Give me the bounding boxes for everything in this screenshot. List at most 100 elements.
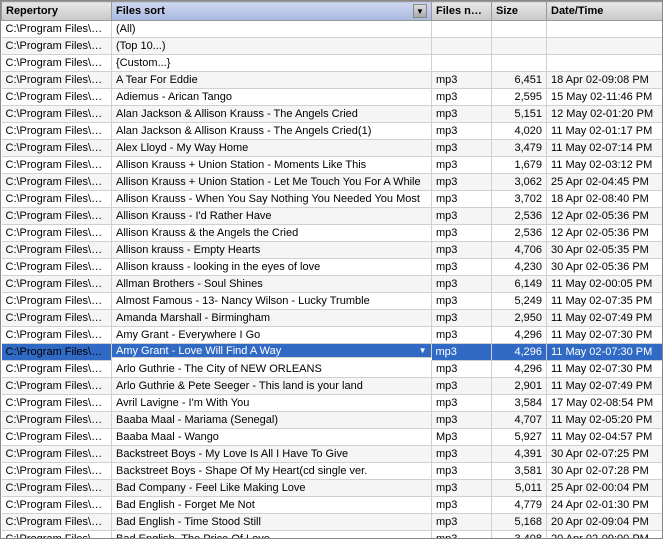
- cell-datetime: 11 May 02-07:35 PM: [547, 293, 663, 310]
- cell-repertory: C:\Program Files\KaZaA\Music\: [2, 378, 112, 395]
- cell-size: 5,151: [492, 106, 547, 123]
- cell-datetime: 24 Apr 02-01:30 PM: [547, 497, 663, 514]
- table-row[interactable]: C:\Program Files\KaZaA\Music\Arlo Guthri…: [2, 361, 663, 378]
- cell-repertory: C:\Program Files\KaZaA\Music\: [2, 106, 112, 123]
- cell-datetime: 30 Apr 02-05:35 PM: [547, 242, 663, 259]
- col-header-files-sort[interactable]: Files sort ▼: [112, 2, 432, 21]
- table-row[interactable]: C:\Program Files\KaZaA\Music\Allison kra…: [2, 259, 663, 276]
- table-row[interactable]: C:\Program Files\KaZaA\Music\Allison Kra…: [2, 191, 663, 208]
- table-row[interactable]: C:\Program Files\KaZaA\Music\Allison Kra…: [2, 157, 663, 174]
- col-header-files-name[interactable]: Files name: [432, 2, 492, 21]
- table-row[interactable]: C:\Program Files\KaZaA\Music\A Tear For …: [2, 72, 663, 89]
- table-row[interactable]: C:\Program Files\KaZaA\Music\{Custom...}: [2, 55, 663, 72]
- files-sort-dropdown-btn[interactable]: ▼: [413, 4, 427, 18]
- table-row[interactable]: C:\Program Files\KaZaA\Music\Allison kra…: [2, 242, 663, 259]
- cell-size: 4,296: [492, 327, 547, 344]
- table-row[interactable]: C:\Program Files\KaZaA\Music\(All): [2, 21, 663, 38]
- cell-repertory: C:\Program Files\KaZaA\Music\: [2, 89, 112, 106]
- cell-repertory: C:\Program Files\KaZaA\Music\: [2, 344, 112, 361]
- cell-size: 2,536: [492, 208, 547, 225]
- cell-repertory: C:\Program Files\KaZaA\Music\: [2, 327, 112, 344]
- col-header-repertory[interactable]: Repertory: [2, 2, 112, 21]
- cell-filename: Allison Krauss & the Angels the Cried: [112, 225, 432, 242]
- table-row[interactable]: C:\Program Files\KaZaA\Music\Amy Grant -…: [2, 344, 663, 361]
- cell-extension: mp3: [432, 378, 492, 395]
- table-row[interactable]: C:\Program Files\KaZaA\Music\Backstreet …: [2, 446, 663, 463]
- table-row[interactable]: C:\Program Files\KaZaA\Music\Baaba Maal …: [2, 429, 663, 446]
- cell-size: 4,779: [492, 497, 547, 514]
- cell-size: 6,149: [492, 276, 547, 293]
- table-row[interactable]: C:\Program Files\KaZaA\Music\(Top 10...): [2, 38, 663, 55]
- cell-repertory: C:\Program Files\KaZaA\Music\: [2, 514, 112, 531]
- cell-size: 3,479: [492, 140, 547, 157]
- table-row[interactable]: C:\Program Files\KaZaA\Music\Avril Lavig…: [2, 395, 663, 412]
- cell-size: [492, 38, 547, 55]
- table-row[interactable]: C:\Program Files\KaZaA\Music\Backstreet …: [2, 463, 663, 480]
- table-row[interactable]: C:\Program Files\KaZaA\Music\Baaba Maal …: [2, 412, 663, 429]
- table-row[interactable]: C:\Program Files\KaZaA\Music\Allman Brot…: [2, 276, 663, 293]
- table-row[interactable]: C:\Program Files\KaZaA\Music\Bad English…: [2, 514, 663, 531]
- cell-datetime: 17 May 02-08:54 PM: [547, 395, 663, 412]
- table-row[interactable]: C:\Program Files\KaZaA\Music\Bad English…: [2, 531, 663, 539]
- cell-filename: Backstreet Boys - Shape Of My Heart(cd s…: [112, 463, 432, 480]
- table-row[interactable]: C:\Program Files\KaZaA\Music\Bad English…: [2, 497, 663, 514]
- cell-datetime: [547, 21, 663, 38]
- cell-filename: Allison Krauss + Union Station - Moments…: [112, 157, 432, 174]
- cell-size: 3,584: [492, 395, 547, 412]
- cell-extension: mp3: [432, 123, 492, 140]
- table-row[interactable]: C:\Program Files\KaZaA\Music\Arlo Guthri…: [2, 378, 663, 395]
- cell-datetime: 11 May 02-07:30 PM: [547, 327, 663, 344]
- row-dropdown-arrow[interactable]: ▼: [419, 344, 427, 358]
- cell-extension: mp3: [432, 140, 492, 157]
- cell-extension: mp3: [432, 259, 492, 276]
- cell-extension: [432, 38, 492, 55]
- cell-size: [492, 55, 547, 72]
- cell-filename: Allison Krauss - When You Say Nothing Yo…: [112, 191, 432, 208]
- table-row[interactable]: C:\Program Files\KaZaA\Music\Alex Lloyd …: [2, 140, 663, 157]
- cell-filename: Allman Brothers - Soul Shines: [112, 276, 432, 293]
- table-row[interactable]: C:\Program Files\KaZaA\Music\Allison Kra…: [2, 225, 663, 242]
- col-header-datetime[interactable]: Date/Time: [547, 2, 663, 21]
- col-header-datetime-label: Date/Time: [551, 5, 603, 17]
- cell-extension: mp3: [432, 293, 492, 310]
- table-row[interactable]: C:\Program Files\KaZaA\Music\Bad Company…: [2, 480, 663, 497]
- cell-size: 6,451: [492, 72, 547, 89]
- main-table-container: Repertory Files sort ▼ Files name Size D…: [0, 0, 663, 539]
- table-row[interactable]: C:\Program Files\KaZaA\Music\Allison Kra…: [2, 174, 663, 191]
- cell-size: 5,249: [492, 293, 547, 310]
- cell-filename: Baaba Maal - Mariama (Senegal): [112, 412, 432, 429]
- cell-size: 3,702: [492, 191, 547, 208]
- cell-datetime: 11 May 02-04:57 PM: [547, 429, 663, 446]
- table-row[interactable]: C:\Program Files\KaZaA\Music\Amy Grant -…: [2, 327, 663, 344]
- cell-extension: Mp3: [432, 429, 492, 446]
- cell-datetime: 11 May 02-03:12 PM: [547, 157, 663, 174]
- cell-extension: mp3: [432, 361, 492, 378]
- cell-extension: mp3: [432, 344, 492, 361]
- table-row[interactable]: C:\Program Files\KaZaA\Music\Adiemus - A…: [2, 89, 663, 106]
- cell-datetime: 30 Apr 02-07:25 PM: [547, 446, 663, 463]
- cell-size: 4,707: [492, 412, 547, 429]
- cell-filename: Alex Lloyd - My Way Home: [112, 140, 432, 157]
- cell-filename: Alan Jackson & Allison Krauss - The Ange…: [112, 106, 432, 123]
- table-row[interactable]: C:\Program Files\KaZaA\Music\Almost Famo…: [2, 293, 663, 310]
- cell-filename: {Custom...}: [112, 55, 432, 72]
- cell-extension: mp3: [432, 531, 492, 539]
- cell-filename: Amy Grant - Love Will Find A Way▼: [112, 344, 432, 358]
- table-row[interactable]: C:\Program Files\KaZaA\Music\Alan Jackso…: [2, 106, 663, 123]
- cell-extension: mp3: [432, 191, 492, 208]
- cell-filename: Avril Lavigne - I'm With You: [112, 395, 432, 412]
- cell-size: 3,581: [492, 463, 547, 480]
- cell-datetime: 30 Apr 02-05:36 PM: [547, 259, 663, 276]
- cell-filename: Allison Krauss + Union Station - Let Me …: [112, 174, 432, 191]
- cell-filename: (Top 10...): [112, 38, 432, 55]
- table-row[interactable]: C:\Program Files\KaZaA\Music\Allison Kra…: [2, 208, 663, 225]
- cell-datetime: 20 Apr 02-09:00 PM: [547, 531, 663, 539]
- table-row[interactable]: C:\Program Files\KaZaA\Music\Amanda Mars…: [2, 310, 663, 327]
- cell-extension: mp3: [432, 89, 492, 106]
- cell-filename: Allison krauss - Empty Hearts: [112, 242, 432, 259]
- col-header-size[interactable]: Size: [492, 2, 547, 21]
- cell-filename: A Tear For Eddie: [112, 72, 432, 89]
- cell-extension: mp3: [432, 225, 492, 242]
- cell-repertory: C:\Program Files\KaZaA\Music\: [2, 259, 112, 276]
- table-row[interactable]: C:\Program Files\KaZaA\Music\Alan Jackso…: [2, 123, 663, 140]
